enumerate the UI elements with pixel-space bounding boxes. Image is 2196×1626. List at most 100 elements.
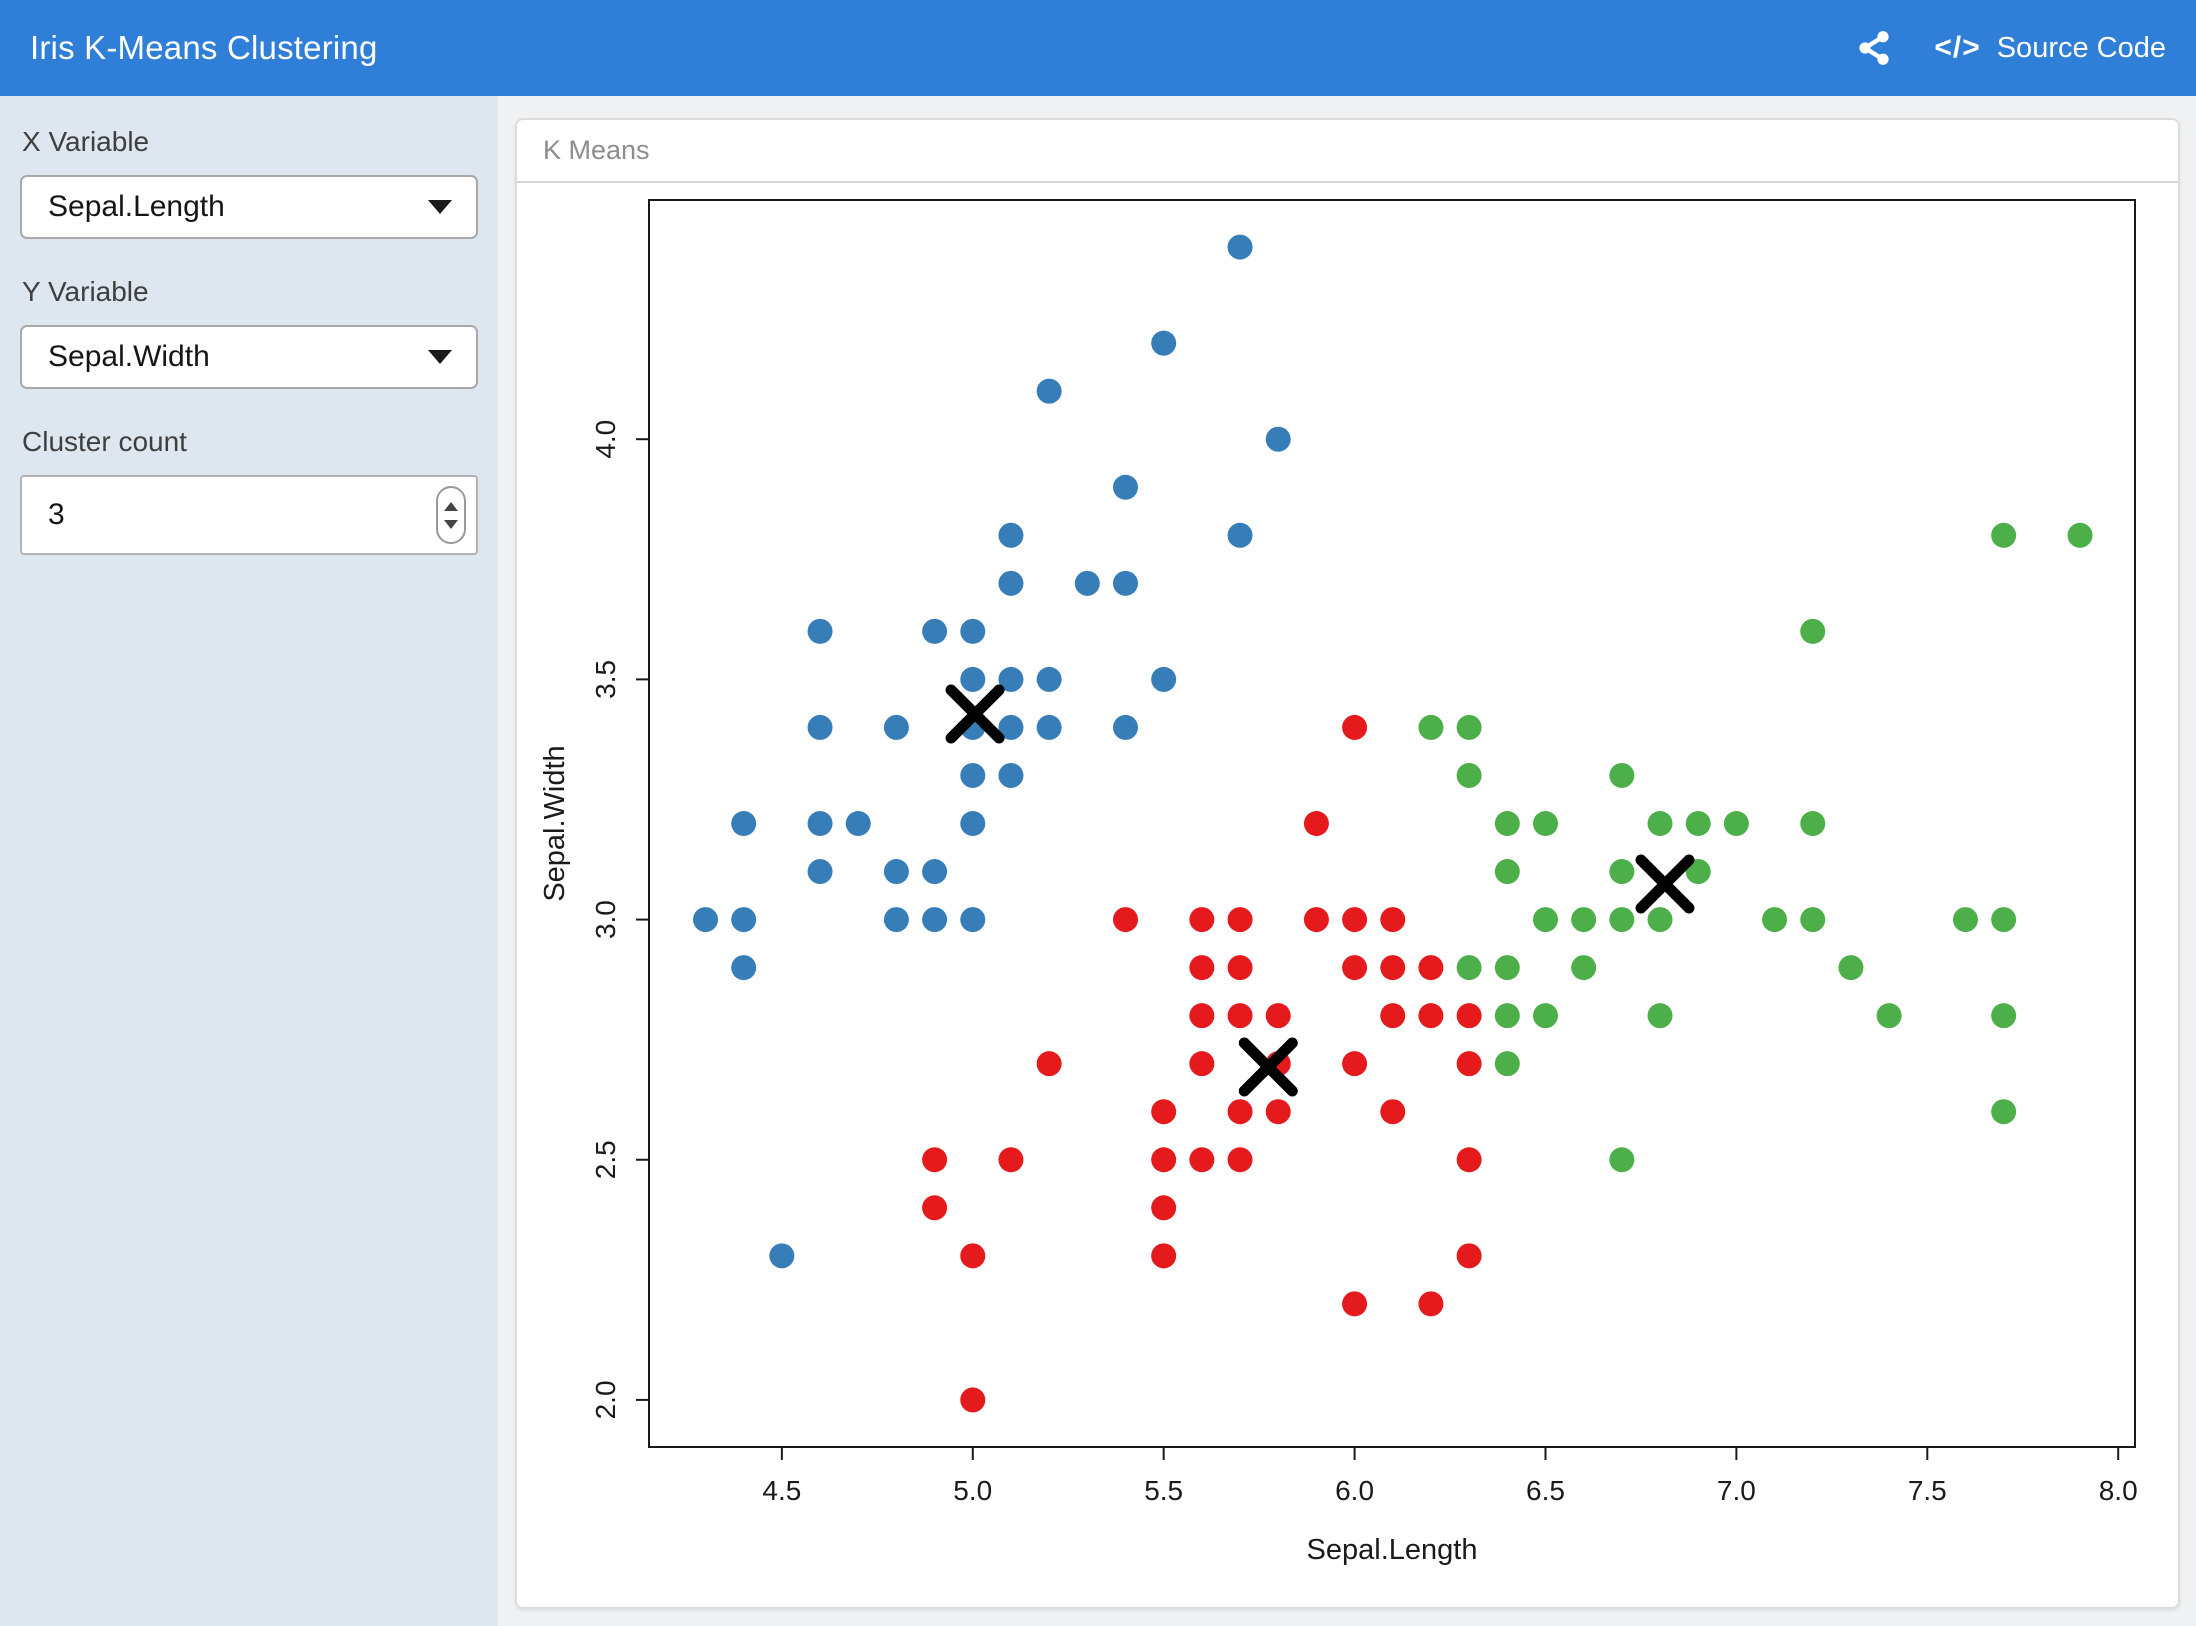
point-cluster-1: [808, 715, 833, 740]
point-cluster-3: [1418, 715, 1443, 740]
code-icon: </>: [1934, 31, 1980, 65]
point-cluster-2: [1151, 1147, 1176, 1172]
point-cluster-2: [1266, 1099, 1291, 1124]
sidebar: X Variable Sepal.Length Y Variable Sepal…: [0, 96, 498, 1626]
y-axis-title: Sepal.Width: [539, 745, 571, 901]
x-tick-label: 7.5: [1908, 1475, 1947, 1506]
y-tick-label: 2.5: [590, 1140, 621, 1179]
point-cluster-3: [1609, 907, 1634, 932]
y-tick-label: 3.5: [590, 660, 621, 699]
point-cluster-2: [1380, 1003, 1405, 1028]
point-cluster-2: [1304, 907, 1329, 932]
point-cluster-1: [1075, 571, 1100, 596]
source-code-link[interactable]: </> Source Code: [1934, 31, 2166, 65]
point-cluster-3: [1762, 907, 1787, 932]
point-cluster-3: [1457, 763, 1482, 788]
point-cluster-2: [1380, 907, 1405, 932]
point-cluster-3: [1609, 1147, 1634, 1172]
cluster-count-label: Cluster count: [22, 426, 478, 458]
point-cluster-2: [1228, 955, 1253, 980]
cluster-count-input[interactable]: [20, 475, 478, 555]
point-cluster-1: [884, 907, 909, 932]
point-cluster-3: [1609, 859, 1634, 884]
point-cluster-3: [1533, 907, 1558, 932]
point-cluster-3: [1686, 811, 1711, 836]
app-header: Iris K-Means Clustering </> Source Code: [0, 0, 2196, 96]
point-cluster-2: [1113, 907, 1138, 932]
point-cluster-1: [960, 763, 985, 788]
point-cluster-2: [1228, 907, 1253, 932]
y-tick-label: 4.0: [590, 420, 621, 459]
point-cluster-2: [960, 1387, 985, 1412]
point-cluster-1: [1113, 475, 1138, 500]
x-variable-select[interactable]: Sepal.Length: [20, 175, 478, 239]
point-cluster-3: [1838, 955, 1863, 980]
cluster-count-field: [20, 475, 478, 555]
share-icon[interactable]: [1854, 28, 1894, 68]
point-cluster-2: [1342, 1051, 1367, 1076]
point-cluster-1: [1228, 235, 1253, 260]
point-cluster-2: [1189, 955, 1214, 980]
point-cluster-2: [1151, 1243, 1176, 1268]
point-cluster-1: [1113, 715, 1138, 740]
point-cluster-1: [998, 523, 1023, 548]
spinner-up-icon[interactable]: [444, 502, 458, 511]
point-cluster-3: [1800, 811, 1825, 836]
x-axis-title: Sepal.Length: [1307, 1534, 1478, 1566]
point-cluster-2: [960, 1243, 985, 1268]
point-cluster-2: [1189, 1147, 1214, 1172]
point-cluster-1: [808, 859, 833, 884]
point-cluster-1: [960, 811, 985, 836]
card-title: K Means: [543, 135, 650, 166]
point-cluster-1: [922, 619, 947, 644]
plot-box: [649, 200, 2135, 1447]
spinner-down-icon[interactable]: [444, 520, 458, 529]
x-variable-label: X Variable: [22, 126, 478, 158]
point-cluster-2: [1380, 1099, 1405, 1124]
point-cluster-3: [1609, 763, 1634, 788]
point-cluster-3: [1991, 1003, 2016, 1028]
point-cluster-2: [1189, 1051, 1214, 1076]
point-cluster-3: [1495, 859, 1520, 884]
point-cluster-2: [1457, 1051, 1482, 1076]
point-cluster-3: [1800, 907, 1825, 932]
point-cluster-2: [1266, 1003, 1291, 1028]
point-cluster-1: [731, 907, 756, 932]
point-cluster-1: [922, 907, 947, 932]
point-cluster-3: [1457, 715, 1482, 740]
point-cluster-2: [1457, 1243, 1482, 1268]
point-cluster-3: [1991, 1099, 2016, 1124]
point-cluster-1: [884, 715, 909, 740]
point-cluster-2: [998, 1147, 1023, 1172]
point-cluster-3: [1877, 1003, 1902, 1028]
point-cluster-3: [1953, 907, 1978, 932]
y-tick-label: 3.0: [590, 900, 621, 939]
point-cluster-1: [1151, 667, 1176, 692]
point-cluster-1: [731, 955, 756, 980]
point-cluster-2: [1228, 1003, 1253, 1028]
point-cluster-1: [1037, 667, 1062, 692]
card-header: K Means: [517, 120, 2178, 183]
point-cluster-2: [1342, 1291, 1367, 1316]
point-cluster-3: [1533, 811, 1558, 836]
card-body: 4.55.05.56.06.57.07.58.02.02.53.03.54.0S…: [517, 183, 2178, 1607]
point-cluster-2: [1457, 1003, 1482, 1028]
point-cluster-3: [1571, 955, 1596, 980]
point-cluster-2: [1342, 715, 1367, 740]
x-tick-label: 4.5: [762, 1475, 801, 1506]
point-cluster-3: [1648, 811, 1673, 836]
point-cluster-2: [1189, 1003, 1214, 1028]
point-cluster-1: [846, 811, 871, 836]
y-variable-select[interactable]: Sepal.Width: [20, 325, 478, 389]
chevron-down-icon: [428, 350, 452, 364]
point-cluster-1: [1266, 427, 1291, 452]
point-cluster-1: [960, 619, 985, 644]
point-cluster-1: [998, 763, 1023, 788]
point-cluster-2: [1457, 1147, 1482, 1172]
point-cluster-2: [1380, 955, 1405, 980]
point-cluster-2: [922, 1147, 947, 1172]
point-cluster-2: [1228, 1099, 1253, 1124]
point-cluster-2: [1151, 1099, 1176, 1124]
source-code-label: Source Code: [1997, 32, 2166, 65]
point-cluster-1: [960, 667, 985, 692]
